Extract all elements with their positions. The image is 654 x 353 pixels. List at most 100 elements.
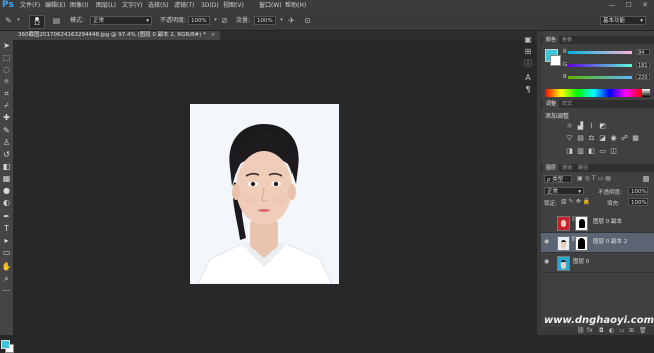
history-brush-tool-icon[interactable]: ↺	[1, 150, 12, 160]
visibility-off-icon[interactable]	[544, 219, 550, 225]
tab-color[interactable]: 颜色	[543, 36, 560, 44]
chevron-down-icon[interactable]: ▾	[211, 16, 220, 25]
lasso-tool-icon[interactable]: ◌	[1, 65, 12, 75]
mask-icon[interactable]: ◘	[599, 327, 604, 334]
exposure-icon[interactable]: ◩	[599, 123, 606, 130]
canvas-area[interactable]	[13, 40, 537, 335]
quick-select-tool-icon[interactable]: ✧	[1, 77, 12, 87]
menu-filter[interactable]: 滤镜(T)	[174, 1, 194, 11]
visibility-eye-icon[interactable]: ◉	[544, 239, 550, 245]
menu-3d[interactable]: 3D(D)	[201, 1, 219, 11]
blur-tool-icon[interactable]: ●	[1, 186, 12, 196]
brush-panel-toggle-icon[interactable]: ▤	[52, 16, 61, 25]
opacity-field[interactable]: 100%	[188, 16, 210, 25]
fill-field[interactable]: 100%	[628, 198, 648, 206]
layer-opacity-field[interactable]: 100%	[628, 187, 648, 195]
red-value-field[interactable]: 94	[636, 49, 650, 56]
pressure-size-icon[interactable]: ⊙	[303, 16, 312, 25]
brightness-icon[interactable]: ☼	[566, 123, 573, 130]
visibility-eye-icon[interactable]: ◉	[544, 259, 550, 265]
layer-mask-thumbnail[interactable]	[575, 236, 588, 251]
layer-filter-select[interactable]: ρ 类型	[544, 175, 572, 183]
brush-tool-icon[interactable]: ✎	[1, 126, 12, 136]
levels-icon[interactable]: ▟	[577, 123, 584, 130]
document-tab[interactable]: 360截图20170624163294448.jpg @ 97.4% (图层 0…	[13, 31, 221, 40]
tab-layers[interactable]: 图层	[543, 164, 560, 172]
fx-icon[interactable]: fx	[587, 327, 593, 334]
menu-layer[interactable]: 图层(L)	[96, 1, 116, 11]
gradient-map-icon[interactable]: ▭	[599, 148, 606, 155]
mode-select[interactable]: 正常 ▾	[90, 16, 152, 25]
hue-saturation-icon[interactable]: ▤	[577, 135, 584, 142]
dodge-tool-icon[interactable]: ◐	[1, 198, 12, 208]
tab-adjustments[interactable]: 调整	[543, 100, 560, 108]
color-balance-icon[interactable]: ⚖	[588, 135, 595, 142]
threshold-icon[interactable]: ◧	[588, 148, 595, 155]
curves-icon[interactable]: ⌇	[588, 123, 595, 130]
workspace-select[interactable]: 基本功能 ▾	[600, 16, 646, 25]
green-slider[interactable]	[568, 64, 632, 67]
menu-help[interactable]: 帮助(H)	[285, 1, 306, 11]
layer-row-selected[interactable]: ◉ ⛓ 图层 0 副本 2	[541, 233, 654, 253]
window-controls[interactable]: — ☐ ✕	[608, 0, 652, 11]
red-slider[interactable]	[568, 51, 632, 54]
more-tools-icon[interactable]: ⋯	[1, 286, 12, 296]
blend-mode-select[interactable]: 正常 ▾	[544, 187, 584, 195]
close-icon[interactable]: ×	[211, 32, 216, 38]
lock-icons[interactable]: ▨✎✥🔒	[561, 198, 592, 205]
hand-tool-icon[interactable]: ✋	[1, 262, 12, 272]
clone-stamp-tool-icon[interactable]: ♙	[1, 138, 12, 148]
color-spectrum-bar[interactable]	[545, 89, 642, 97]
layer-mask-thumbnail[interactable]	[575, 216, 588, 231]
brush-preset-picker[interactable]: 12	[29, 15, 45, 29]
layer-row[interactable]: ◉ 图层 0	[541, 253, 654, 273]
menu-image[interactable]: 图像(I)	[70, 1, 88, 11]
filter-toggle-icon[interactable]	[643, 176, 649, 182]
character-panel-icon[interactable]: A	[523, 73, 533, 83]
black-white-icon[interactable]: ◪	[599, 135, 606, 142]
menu-window[interactable]: 窗口(W)	[259, 1, 282, 11]
green-value-field[interactable]: 181	[636, 62, 650, 69]
link-icon[interactable]: ⛓	[577, 327, 585, 334]
marquee-tool-icon[interactable]: ⬚	[1, 53, 12, 63]
menu-file[interactable]: 文件(F)	[20, 1, 40, 11]
chevron-down-icon[interactable]: ▾	[14, 16, 23, 25]
trash-icon[interactable]: 🗑	[639, 327, 647, 334]
photo-filter-icon[interactable]: ◉	[610, 135, 617, 142]
tab-channels[interactable]: 通道	[559, 164, 575, 172]
airbrush-icon[interactable]: ✈	[287, 16, 296, 25]
info-panel-icon[interactable]: ⓘ	[523, 59, 533, 69]
pressure-opacity-icon[interactable]: ⊘	[220, 16, 229, 25]
eraser-tool-icon[interactable]: ◧	[1, 162, 12, 172]
channel-mixer-icon[interactable]: ☍	[621, 135, 628, 142]
posterize-icon[interactable]: ▥	[577, 148, 584, 155]
blue-slider[interactable]	[568, 76, 632, 79]
gradient-tool-icon[interactable]: ▦	[1, 174, 12, 184]
invert-icon[interactable]: ◨	[566, 148, 573, 155]
color-lookup-icon[interactable]: ▦	[632, 135, 639, 142]
healing-brush-tool-icon[interactable]: ✚	[1, 113, 12, 123]
menu-select[interactable]: 选择(S)	[148, 1, 169, 11]
menu-view[interactable]: 视图(V)	[223, 1, 244, 11]
color-panel-background-swatch[interactable]	[550, 55, 561, 66]
layer-filter-icons[interactable]: ▣◎T▭▤	[577, 175, 613, 182]
brush-tool-icon[interactable]: ✎	[4, 16, 13, 25]
blue-value-field[interactable]: 220	[636, 74, 650, 81]
foreground-color-swatch[interactable]	[1, 340, 10, 349]
crop-tool-icon[interactable]: ⌗	[1, 89, 12, 99]
zoom-tool-icon[interactable]: ⌕	[1, 274, 12, 284]
folder-icon[interactable]: ▭	[619, 327, 625, 334]
menu-type[interactable]: 文字(Y)	[122, 1, 142, 11]
path-selection-tool-icon[interactable]: ▸	[1, 236, 12, 246]
menu-edit[interactable]: 编辑(E)	[45, 1, 65, 11]
new-layer-icon[interactable]: ⊞	[629, 327, 634, 334]
layer-row[interactable]: ⛓ 图层 0 副本	[541, 213, 654, 233]
tab-paths[interactable]: 路径	[575, 164, 591, 172]
vibrance-icon[interactable]: ▽	[566, 135, 573, 142]
black-white-ramp[interactable]	[642, 89, 650, 97]
flow-field[interactable]: 100%	[254, 16, 276, 25]
eyedropper-tool-icon[interactable]: ⌿	[1, 101, 12, 111]
move-tool-icon[interactable]: ➤	[1, 41, 12, 51]
type-tool-icon[interactable]: T	[1, 224, 12, 234]
shape-tool-icon[interactable]: ▭	[1, 248, 12, 258]
